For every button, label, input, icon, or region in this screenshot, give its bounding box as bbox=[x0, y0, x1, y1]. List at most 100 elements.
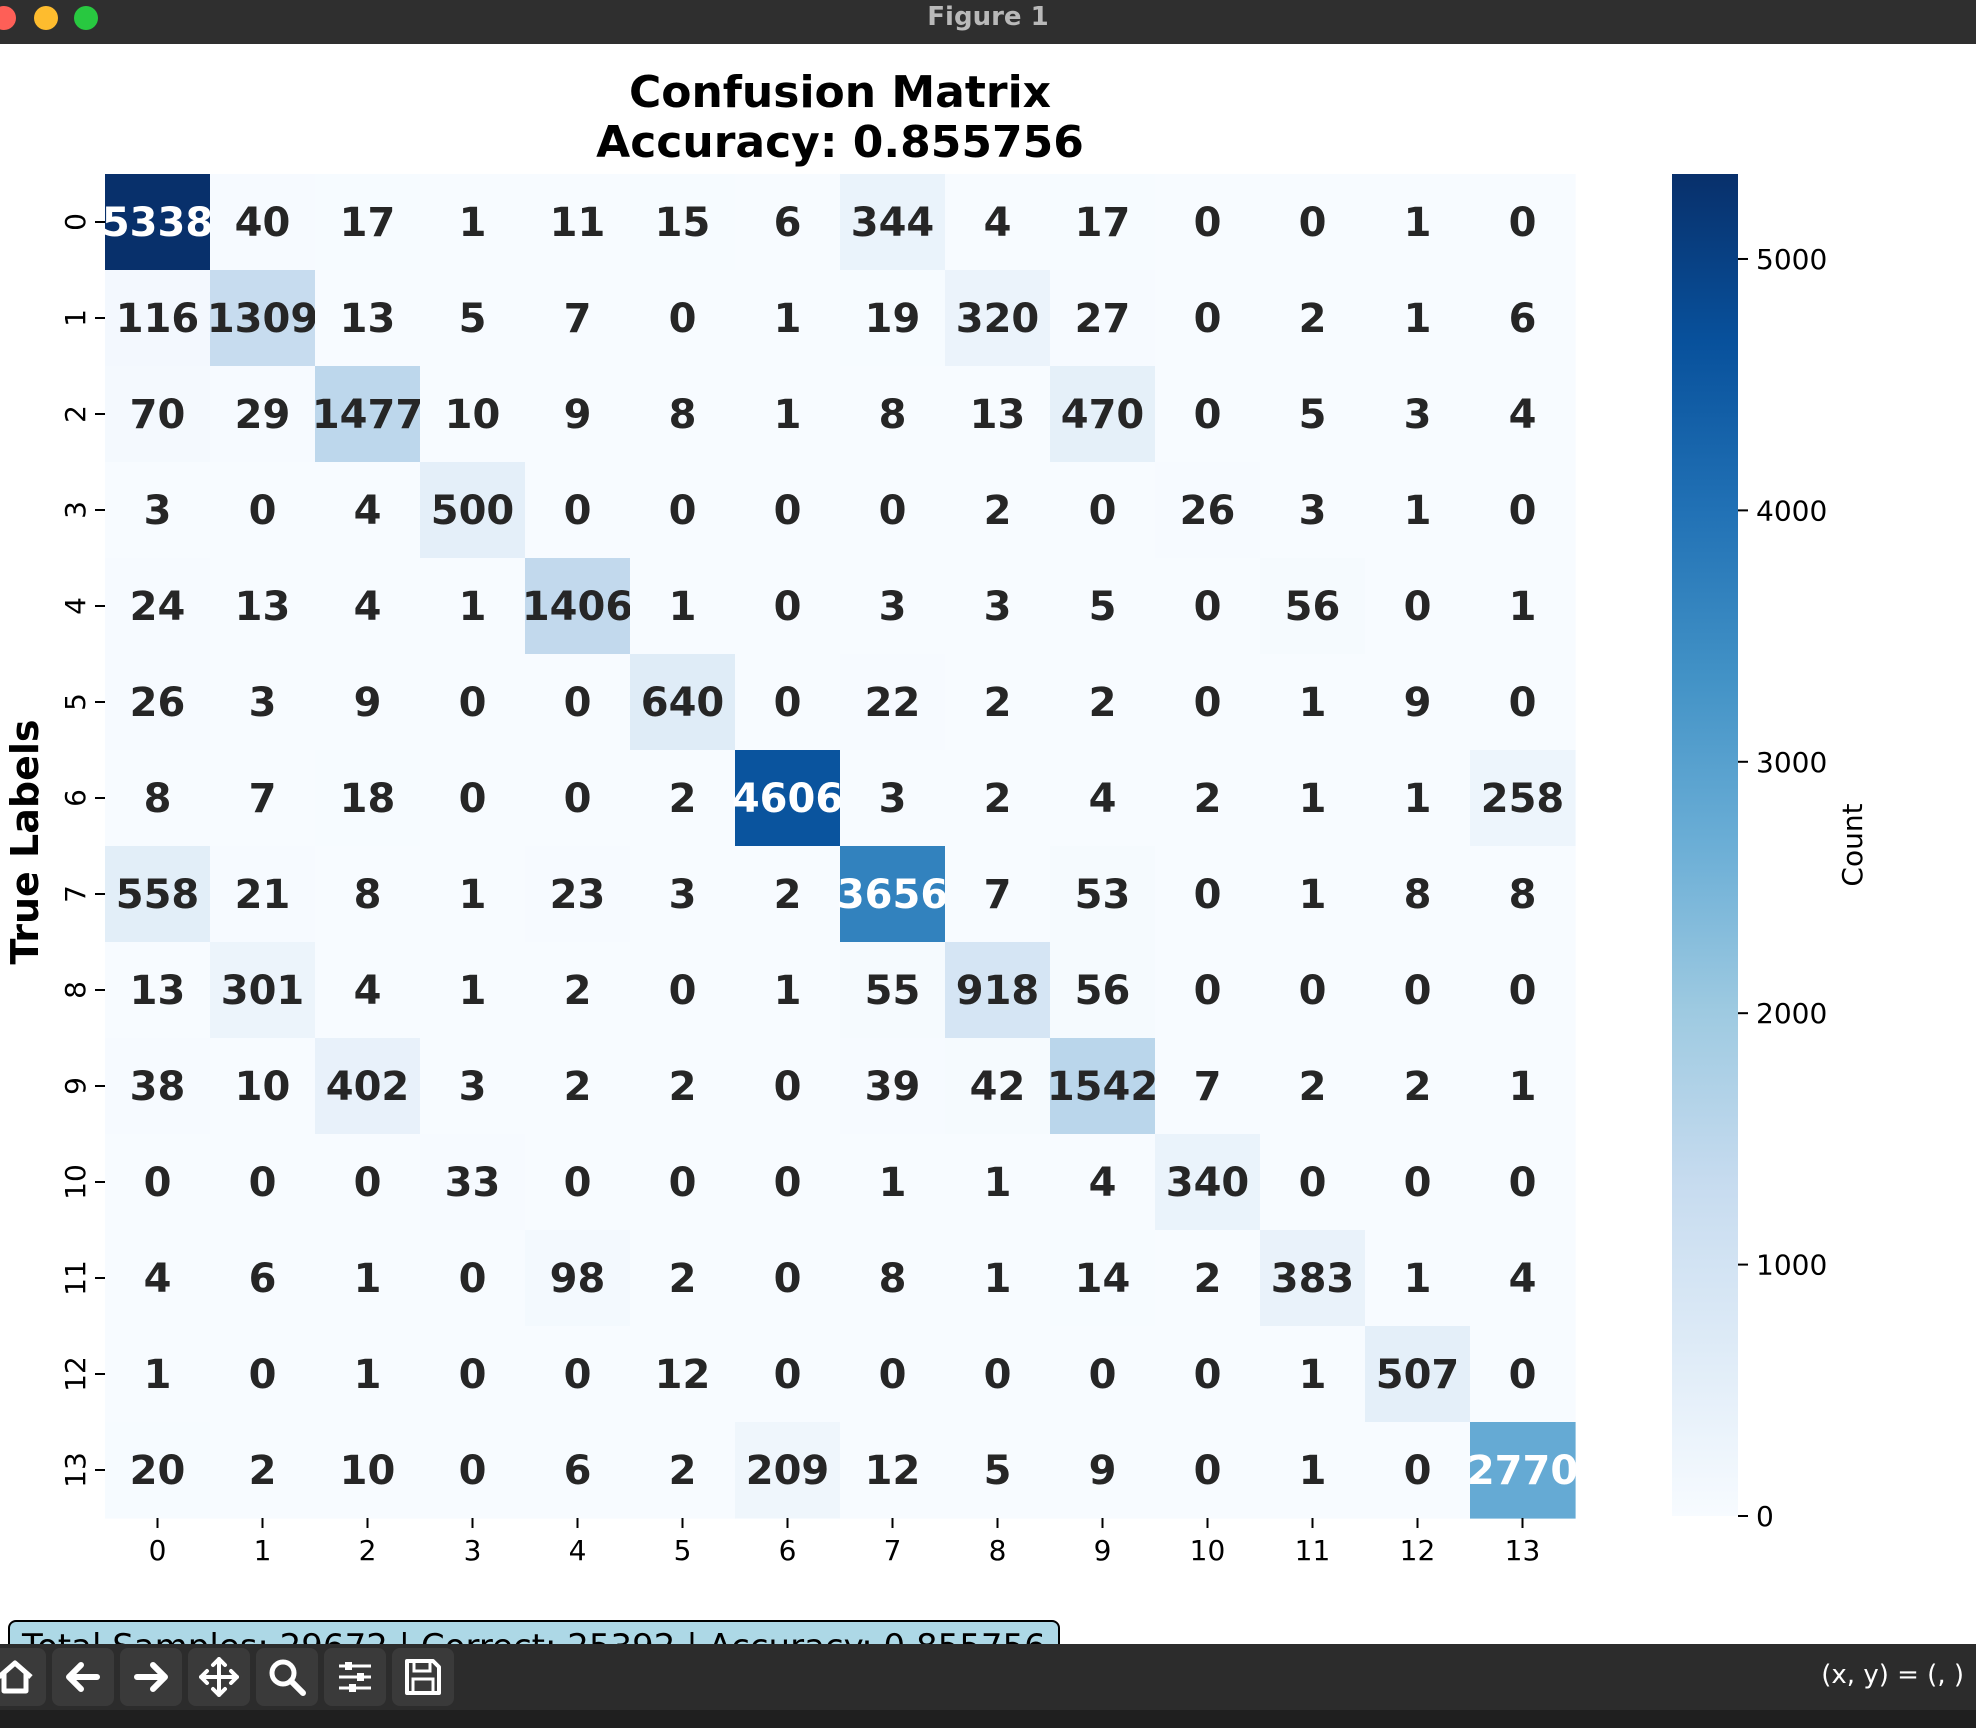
cell-value-label: 1 bbox=[459, 968, 487, 1014]
forward-icon bbox=[134, 1662, 168, 1692]
cell-value-label: 4 bbox=[984, 200, 1012, 246]
cell-value-label: 70 bbox=[130, 392, 186, 438]
cell-value-label: 2 bbox=[1299, 1064, 1327, 1110]
cell-value-label: 3 bbox=[249, 680, 277, 726]
cell-value-label: 0 bbox=[1299, 1160, 1327, 1206]
configure-icon bbox=[339, 1662, 371, 1692]
cell-value-label: 0 bbox=[459, 680, 487, 726]
cell-value-label: 1 bbox=[354, 1352, 382, 1398]
cell-value-label: 0 bbox=[879, 488, 907, 534]
cell-value-label: 0 bbox=[1194, 680, 1222, 726]
cell-value-label: 1 bbox=[1404, 488, 1432, 534]
colorbar-label: Count bbox=[1836, 803, 1869, 886]
zoom-button[interactable] bbox=[256, 1648, 318, 1706]
pan-icon bbox=[199, 1657, 239, 1697]
cell-value-label: 209 bbox=[746, 1448, 830, 1494]
cell-value-label: 1 bbox=[354, 1256, 382, 1302]
cell-value-label: 0 bbox=[1194, 584, 1222, 630]
cell-value-label: 3 bbox=[669, 872, 697, 918]
cell-value-label: 9 bbox=[354, 680, 382, 726]
cell-value-label: 0 bbox=[1404, 1448, 1432, 1494]
cell-value-label: 2 bbox=[984, 680, 1012, 726]
cell-value-label: 3 bbox=[879, 584, 907, 630]
cell-value-label: 13 bbox=[235, 584, 291, 630]
cell-value-label: 1 bbox=[1299, 1448, 1327, 1494]
x-tick-label: 8 bbox=[989, 1534, 1007, 1567]
configure-subplots-button[interactable] bbox=[324, 1648, 386, 1706]
cell-value-label: 0 bbox=[1509, 968, 1537, 1014]
x-tick-label: 3 bbox=[464, 1534, 482, 1567]
x-tick-label: 9 bbox=[1094, 1534, 1112, 1567]
cell-value-label: 5338 bbox=[102, 200, 213, 246]
forward-button[interactable] bbox=[120, 1648, 182, 1706]
cell-value-label: 1542 bbox=[1047, 1064, 1158, 1110]
cell-value-label: 2770 bbox=[1467, 1448, 1578, 1494]
cell-value-label: 1 bbox=[774, 968, 802, 1014]
cell-value-label: 3 bbox=[879, 776, 907, 822]
colorbar-tick-label: 4000 bbox=[1756, 494, 1827, 527]
cell-value-label: 8 bbox=[669, 392, 697, 438]
cell-value-label: 6 bbox=[249, 1256, 277, 1302]
cell-value-label: 0 bbox=[669, 296, 697, 342]
cell-value-label: 2 bbox=[984, 776, 1012, 822]
cell-value-label: 4 bbox=[354, 488, 382, 534]
cell-value-label: 1 bbox=[1404, 296, 1432, 342]
cell-value-label: 2 bbox=[1404, 1064, 1432, 1110]
cell-value-label: 1 bbox=[1404, 200, 1432, 246]
cell-value-label: 0 bbox=[1509, 1160, 1537, 1206]
cell-value-label: 0 bbox=[459, 1352, 487, 1398]
cell-value-label: 0 bbox=[1194, 392, 1222, 438]
pan-button[interactable] bbox=[188, 1648, 250, 1706]
cell-value-label: 0 bbox=[774, 584, 802, 630]
cell-value-label: 10 bbox=[235, 1064, 291, 1110]
cell-value-label: 340 bbox=[1166, 1160, 1250, 1206]
y-tick-label: 10 bbox=[59, 1164, 92, 1200]
cell-value-label: 7 bbox=[564, 296, 592, 342]
colorbar-tick-label: 0 bbox=[1756, 1500, 1774, 1533]
chart-subtitle: Accuracy: 0.855756 bbox=[596, 117, 1084, 168]
cell-value-label: 0 bbox=[669, 488, 697, 534]
cell-value-label: 558 bbox=[116, 872, 200, 918]
colorbar-tick-label: 3000 bbox=[1756, 746, 1827, 779]
cell-value-label: 2 bbox=[1299, 296, 1327, 342]
cell-value-label: 0 bbox=[1509, 200, 1537, 246]
save-button[interactable] bbox=[392, 1648, 454, 1706]
cell-value-label: 29 bbox=[235, 392, 291, 438]
cell-value-label: 6 bbox=[774, 200, 802, 246]
cell-value-label: 0 bbox=[459, 1256, 487, 1302]
cell-value-label: 8 bbox=[354, 872, 382, 918]
y-tick-label: 1 bbox=[59, 309, 92, 327]
cell-value-label: 3 bbox=[1299, 488, 1327, 534]
cell-value-label: 7 bbox=[249, 776, 277, 822]
cell-value-label: 8 bbox=[144, 776, 172, 822]
cell-value-label: 4606 bbox=[732, 776, 843, 822]
cell-value-label: 24 bbox=[130, 584, 186, 630]
cell-value-label: 38 bbox=[130, 1064, 186, 1110]
home-button[interactable] bbox=[0, 1648, 46, 1706]
colorbar-tick-label: 1000 bbox=[1756, 1249, 1827, 1282]
y-tick-label: 5 bbox=[59, 693, 92, 711]
save-icon bbox=[405, 1659, 441, 1695]
back-button[interactable] bbox=[52, 1648, 114, 1706]
cell-value-label: 0 bbox=[774, 488, 802, 534]
cell-value-label: 10 bbox=[340, 1448, 396, 1494]
cell-value-label: 5 bbox=[459, 296, 487, 342]
cell-value-label: 0 bbox=[1404, 584, 1432, 630]
cell-value-label: 12 bbox=[865, 1448, 921, 1494]
cell-value-label: 4 bbox=[1089, 1160, 1117, 1206]
cell-value-label: 6 bbox=[1509, 296, 1537, 342]
cell-value-label: 42 bbox=[970, 1064, 1026, 1110]
x-tick-label: 10 bbox=[1190, 1534, 1226, 1567]
cell-value-label: 10 bbox=[445, 392, 501, 438]
cell-value-label: 33 bbox=[445, 1160, 501, 1206]
cell-value-label: 22 bbox=[865, 680, 921, 726]
cell-value-label: 14 bbox=[1075, 1256, 1131, 1302]
cell-value-label: 5 bbox=[1299, 392, 1327, 438]
cell-value-label: 0 bbox=[564, 680, 592, 726]
cell-value-label: 98 bbox=[550, 1256, 606, 1302]
cell-value-label: 39 bbox=[865, 1064, 921, 1110]
cell-value-label: 2 bbox=[1194, 776, 1222, 822]
y-tick-label: 2 bbox=[59, 405, 92, 423]
cell-value-label: 0 bbox=[459, 776, 487, 822]
desktop-strip bbox=[0, 1710, 1976, 1728]
